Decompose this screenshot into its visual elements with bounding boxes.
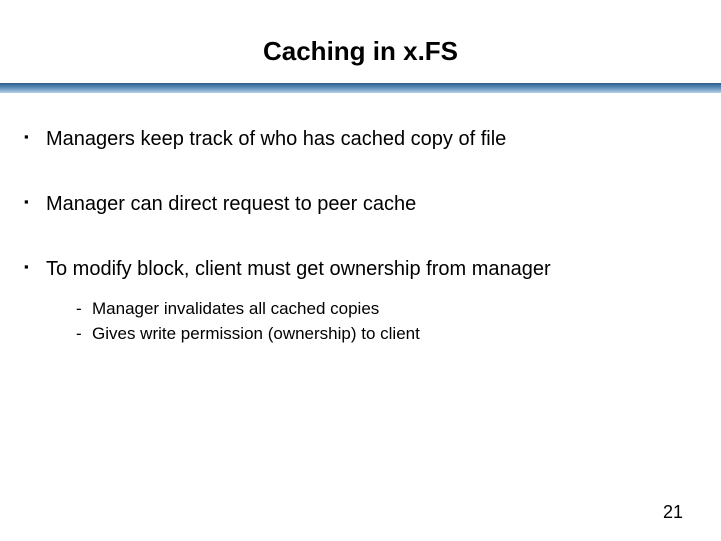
sub-item: Gives write permission (ownership) to cl…: [76, 323, 697, 346]
page-number: 21: [663, 502, 683, 523]
slide-content: Managers keep track of who has cached co…: [0, 127, 721, 346]
bullet-item: To modify block, client must get ownersh…: [24, 257, 697, 346]
slide: Caching in x.FS Managers keep track of w…: [0, 0, 721, 541]
sub-text: Manager invalidates all cached copies: [92, 299, 379, 318]
bullet-text: Managers keep track of who has cached co…: [46, 128, 506, 150]
bullet-list: Managers keep track of who has cached co…: [24, 127, 697, 346]
sub-item: Manager invalidates all cached copies: [76, 298, 697, 321]
bullet-item: Manager can direct request to peer cache: [24, 192, 697, 217]
sub-list: Manager invalidates all cached copies Gi…: [46, 298, 697, 346]
bullet-item: Managers keep track of who has cached co…: [24, 127, 697, 152]
bullet-text: To modify block, client must get ownersh…: [46, 258, 551, 280]
slide-title: Caching in x.FS: [0, 0, 721, 83]
sub-text: Gives write permission (ownership) to cl…: [92, 324, 420, 343]
bullet-text: Manager can direct request to peer cache: [46, 193, 416, 215]
divider-bar: [0, 83, 721, 93]
